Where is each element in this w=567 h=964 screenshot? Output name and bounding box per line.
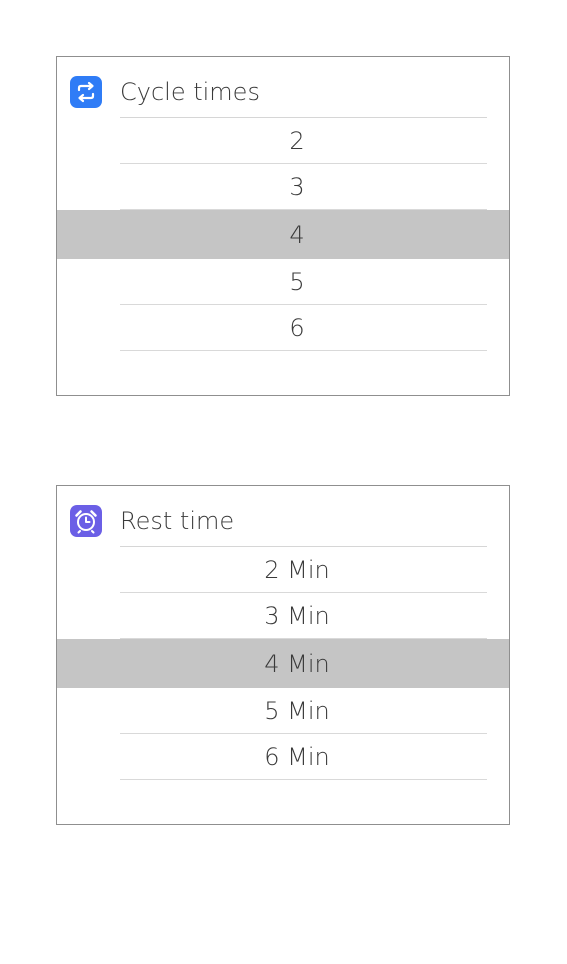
rest-time-picker[interactable]: 2 Min 3 Min 4 Min 5 Min 6 Min (57, 547, 509, 780)
cycle-times-picker[interactable]: 2 3 4 5 6 (57, 118, 509, 351)
rest-option-label: 3 Min (264, 602, 330, 630)
rest-option[interactable]: 5 Min (57, 688, 509, 734)
cycle-option-label: 6 (289, 314, 305, 342)
cycle-times-title: Cycle times (120, 78, 260, 106)
cycle-times-card: Cycle times 2 3 4 5 6 (56, 56, 510, 396)
cycle-option[interactable]: 6 (57, 305, 509, 351)
cycle-times-header: Cycle times (57, 57, 509, 118)
rest-time-card: Rest time 2 Min 3 Min 4 Min 5 Min 6 Min (56, 485, 510, 825)
divider (120, 350, 487, 351)
cycle-option[interactable]: 5 (57, 259, 509, 305)
cycle-option-label: 4 (289, 221, 305, 249)
cycle-option[interactable]: 2 (57, 118, 509, 164)
cycle-option-selected[interactable]: 4 (57, 210, 509, 259)
rest-option-label: 5 Min (264, 697, 330, 725)
cycle-option-label: 3 (289, 173, 305, 201)
rest-option-label: 6 Min (264, 743, 330, 771)
alarm-clock-icon (70, 505, 102, 537)
repeat-icon (70, 76, 102, 108)
cycle-option-label: 2 (289, 127, 305, 155)
rest-option-selected[interactable]: 4 Min (57, 639, 509, 688)
rest-time-header: Rest time (57, 486, 509, 547)
rest-option-label: 2 Min (264, 556, 330, 584)
divider (120, 779, 487, 780)
cycle-option[interactable]: 3 (57, 164, 509, 210)
rest-option[interactable]: 3 Min (57, 593, 509, 639)
rest-option[interactable]: 2 Min (57, 547, 509, 593)
rest-time-title: Rest time (120, 507, 235, 535)
cycle-option-label: 5 (289, 268, 305, 296)
rest-option[interactable]: 6 Min (57, 734, 509, 780)
rest-option-label: 4 Min (264, 650, 330, 678)
